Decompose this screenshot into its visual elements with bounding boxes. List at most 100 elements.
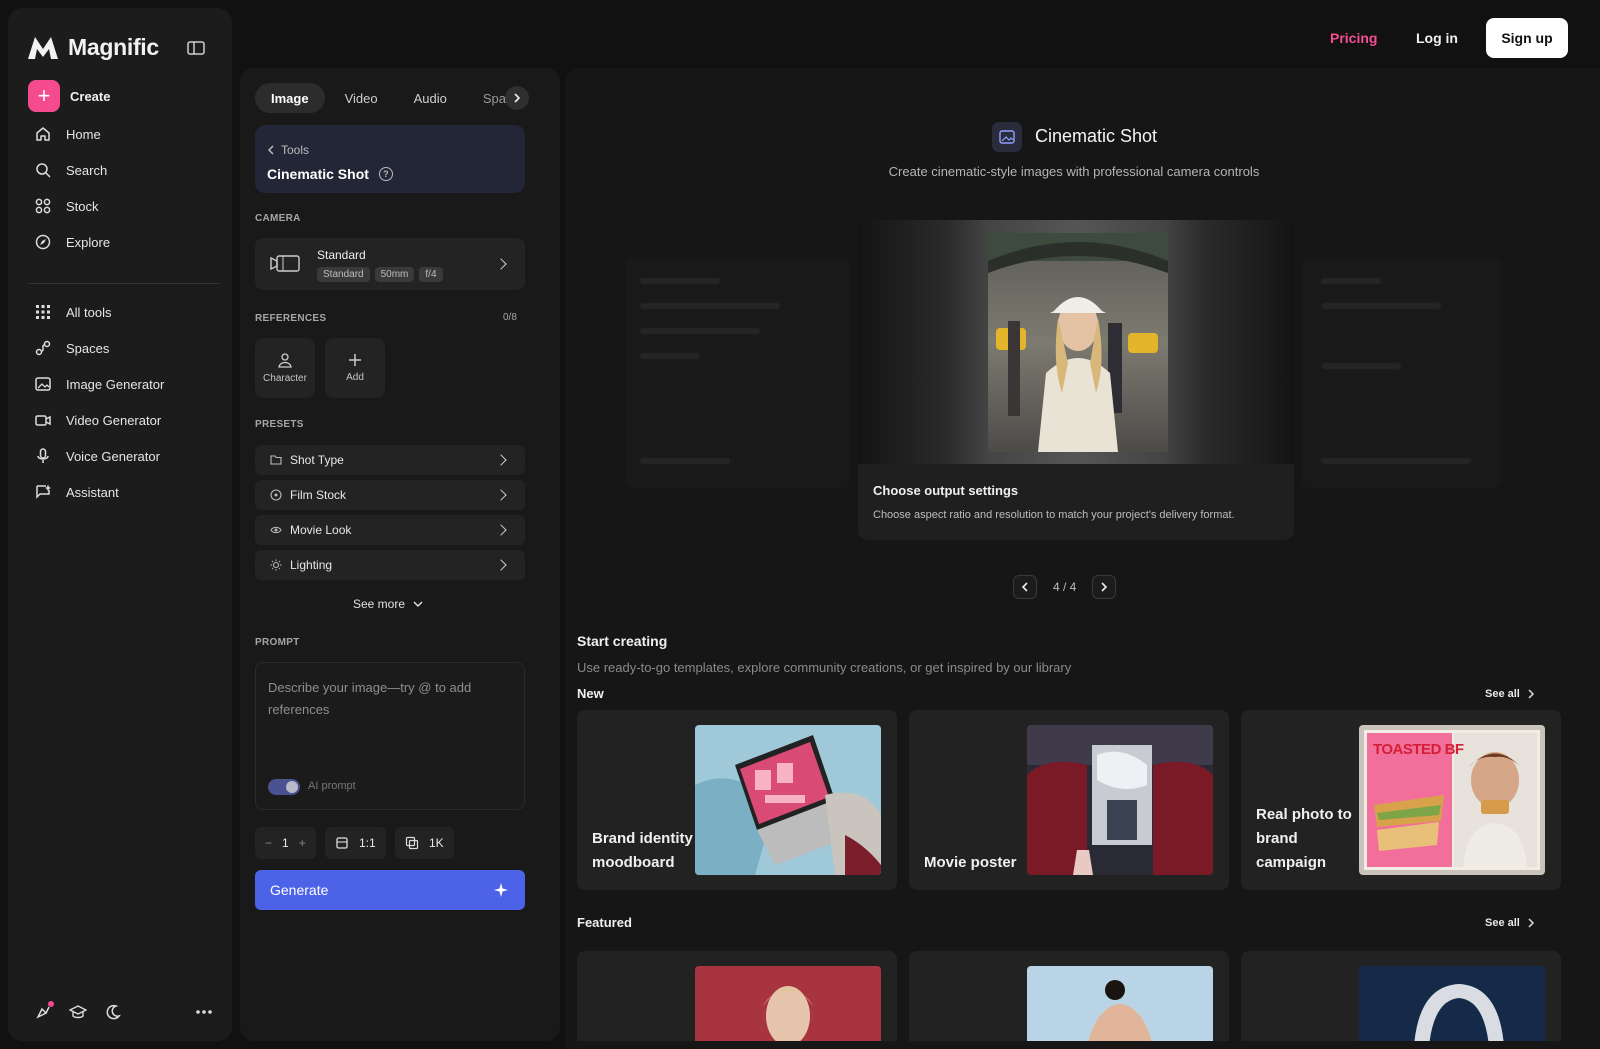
minus-icon[interactable]: − xyxy=(265,836,272,850)
sidebar-item-label: Stock xyxy=(66,198,99,214)
preset-label: Shot Type xyxy=(290,453,344,467)
tool-title-text: Cinematic Shot xyxy=(267,166,369,182)
sidebar-item-label: Spaces xyxy=(66,340,110,356)
featured-card[interactable] xyxy=(1241,951,1561,1041)
chevron-right-icon xyxy=(495,559,507,571)
template-card[interactable]: TOASTED BF Real photo to brand campaign xyxy=(1241,710,1561,890)
reference-character-button[interactable]: Character xyxy=(255,338,315,398)
mic-icon xyxy=(37,448,49,463)
plus-icon: + xyxy=(28,80,60,112)
chevron-right-icon xyxy=(1528,918,1534,928)
sidebar-collapse-icon[interactable] xyxy=(186,38,206,58)
featured-card[interactable] xyxy=(577,951,897,1041)
pricing-link[interactable]: Pricing xyxy=(1330,30,1377,46)
login-link[interactable]: Log in xyxy=(1416,30,1458,46)
template-thumbnail xyxy=(1027,725,1213,875)
logo[interactable]: Magnific xyxy=(26,34,159,61)
prompt-placeholder: Describe your image—try @ to add referen… xyxy=(268,680,472,717)
sidebar-item-video-generator[interactable]: Video Generator xyxy=(26,402,216,438)
sidebar-item-label: All tools xyxy=(66,304,112,320)
carousel-pager: 4 / 4 xyxy=(1013,575,1117,599)
preset-label: Film Stock xyxy=(290,488,347,502)
reference-add-button[interactable]: Add xyxy=(325,338,385,398)
sidebar-item-label: Home xyxy=(66,126,101,142)
sidebar-item-home[interactable]: Home xyxy=(26,116,216,152)
main-content: Cinematic Shot Create cinematic-style im… xyxy=(565,68,1600,1049)
tool-title: Cinematic Shot ? xyxy=(267,166,393,182)
carousel-prev-button[interactable] xyxy=(1013,575,1037,599)
sidebar-item-all-tools[interactable]: All tools xyxy=(26,294,216,330)
tabs-next-button[interactable] xyxy=(505,86,529,110)
references-count: 0/8 xyxy=(503,312,517,323)
chevron-right-icon xyxy=(495,258,507,270)
folder-icon xyxy=(270,455,282,465)
sidebar-item-voice-generator[interactable]: Voice Generator xyxy=(26,438,216,474)
template-label: Real photo to brand campaign xyxy=(1256,806,1352,871)
featured-card[interactable] xyxy=(909,951,1229,1041)
theme-moon-icon[interactable] xyxy=(104,1003,122,1021)
tab-image[interactable]: Image xyxy=(255,83,325,113)
signup-button[interactable]: Sign up xyxy=(1486,18,1568,58)
preset-movie-look[interactable]: Movie Look xyxy=(255,515,525,545)
sidebar-item-search[interactable]: Search xyxy=(26,152,216,188)
preset-label: Lighting xyxy=(290,558,333,572)
resolution-button[interactable]: 1K xyxy=(395,827,454,859)
preset-film-stock[interactable]: Film Stock xyxy=(255,480,525,510)
assistant-icon xyxy=(36,484,51,499)
secondary-nav: All tools Spaces Image Generator Video G… xyxy=(26,294,216,510)
preset-lighting[interactable]: Lighting xyxy=(255,550,525,580)
camera-selector[interactable]: Standard Standard 50mm f/4 xyxy=(255,238,525,290)
sidebar-item-label: Search xyxy=(66,162,108,178)
chevron-left-icon xyxy=(267,145,274,155)
chevron-right-icon xyxy=(1101,582,1108,592)
create-button[interactable]: + Create xyxy=(28,80,110,112)
mode-tabs: Image Video Audio Spaces xyxy=(255,83,542,113)
home-icon xyxy=(36,127,50,141)
notifications-icon[interactable] xyxy=(34,1001,54,1021)
start-creating-title: Start creating xyxy=(577,633,668,649)
resolution-icon xyxy=(405,836,419,850)
more-options-icon[interactable] xyxy=(194,1003,214,1021)
plus-icon[interactable]: + xyxy=(299,836,306,850)
aspect-ratio-icon xyxy=(336,837,348,849)
spaces-icon xyxy=(35,340,51,356)
preset-label: Movie Look xyxy=(290,523,352,537)
sidebar-item-label: Voice Generator xyxy=(66,448,160,464)
tab-video[interactable]: Video xyxy=(329,83,394,113)
sidebar-item-stock[interactable]: Stock xyxy=(26,188,216,224)
ai-prompt-toggle[interactable] xyxy=(268,779,300,795)
template-card[interactable]: Brand identity moodboard xyxy=(577,710,897,890)
see-all-new-link[interactable]: See all xyxy=(1485,688,1535,700)
slide-image-area xyxy=(858,220,1294,464)
tab-audio[interactable]: Audio xyxy=(398,83,463,113)
back-to-tools-link[interactable]: Tools xyxy=(267,143,309,157)
featured-thumbnail xyxy=(1359,966,1545,1041)
template-thumbnail: TOASTED BF xyxy=(1359,725,1545,875)
help-icon[interactable]: ? xyxy=(378,167,393,181)
notification-badge xyxy=(48,1001,54,1007)
preset-shot-type[interactable]: Shot Type xyxy=(255,445,525,475)
camera-tags: Standard 50mm f/4 xyxy=(317,267,443,282)
academy-icon[interactable] xyxy=(68,1003,88,1021)
prompt-input[interactable]: Describe your image—try @ to add referen… xyxy=(255,662,525,810)
new-section-title: New xyxy=(577,686,604,701)
featured-thumbnail xyxy=(695,966,881,1041)
carousel-slide: Choose output settings Choose aspect rat… xyxy=(858,220,1294,540)
aspect-ratio-button[interactable]: 1:1 xyxy=(325,827,386,859)
see-all-featured-link[interactable]: See all xyxy=(1485,917,1535,929)
template-card[interactable]: Movie poster xyxy=(909,710,1229,890)
chevron-left-icon xyxy=(1021,582,1028,592)
sidebar-item-assistant[interactable]: Assistant xyxy=(26,474,216,510)
chevron-right-icon xyxy=(1528,689,1534,699)
chevron-down-icon xyxy=(413,601,423,608)
sidebar-item-spaces[interactable]: Spaces xyxy=(26,330,216,366)
generate-button[interactable]: Generate xyxy=(255,870,525,910)
quantity-stepper[interactable]: − 1 + xyxy=(255,827,316,859)
carousel-next-button[interactable] xyxy=(1092,575,1117,599)
person-icon xyxy=(278,353,292,368)
sidebar-item-explore[interactable]: Explore xyxy=(26,224,216,260)
chevron-right-icon xyxy=(495,454,507,466)
sidebar-item-image-generator[interactable]: Image Generator xyxy=(26,366,216,402)
slide-text: Choose aspect ratio and resolution to ma… xyxy=(873,509,1235,521)
see-more-button[interactable]: See more xyxy=(353,597,423,611)
